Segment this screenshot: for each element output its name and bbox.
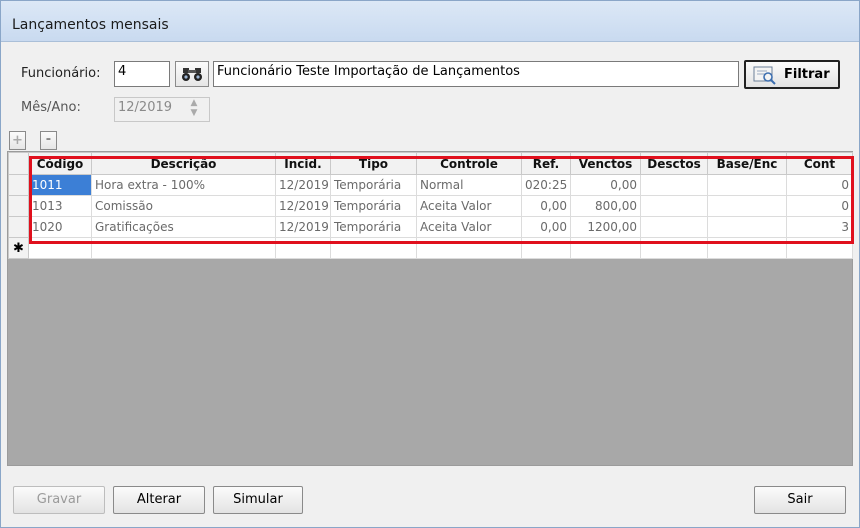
filtrar-button[interactable]: Filtrar [744,60,840,89]
cell-codigo[interactable]: 1020 [28,216,92,238]
alterar-button[interactable]: Alterar [113,486,205,514]
col-cont[interactable]: Cont [786,152,853,175]
row-indicator[interactable] [8,216,29,238]
cell-ref[interactable]: 0,00 [521,195,571,217]
search-employee-button[interactable] [175,61,209,87]
cell-tipo[interactable]: Temporária [330,216,417,238]
cell-desctos[interactable] [640,195,708,217]
window-title: Lançamentos mensais [12,17,169,33]
binoculars-icon [182,68,202,81]
funcionario-code-input[interactable]: 4 [114,61,170,87]
col-ref[interactable]: Ref. [521,152,571,175]
cell-tipo[interactable]: Temporária [330,174,417,196]
col-descricao[interactable]: Descrição [91,152,276,175]
grid-header-row: Código Descrição Incid. Tipo Controle Re… [8,152,853,175]
col-incid[interactable]: Incid. [275,152,331,175]
cell-codigo[interactable]: 1013 [28,195,92,217]
new-row[interactable]: ✱ [8,237,853,259]
spin-up-icon[interactable]: ▲ [183,98,205,108]
mesano-spinner[interactable]: ▲ ▼ [181,97,209,120]
col-base-enc[interactable]: Base/Enc [707,152,787,175]
col-venctos[interactable]: Venctos [570,152,641,175]
cell-controle[interactable]: Normal [416,174,522,196]
cell-descricao[interactable]: Gratificações [91,216,276,238]
cell-venctos[interactable]: 0,00 [570,174,641,196]
col-desctos[interactable]: Desctos [640,152,708,175]
col-controle[interactable]: Controle [416,152,522,175]
cell-desctos[interactable] [640,216,708,238]
lancamentos-grid[interactable]: Código Descrição Incid. Tipo Controle Re… [7,151,853,466]
minus-icon: - [45,132,52,147]
plus-icon: + [12,133,23,148]
cell-cont[interactable]: 3 [786,216,853,238]
cell-venctos[interactable]: 800,00 [570,195,641,217]
cell-codigo[interactable]: 1011 [28,174,92,196]
filtrar-label: Filtrar [784,67,830,82]
new-row-marker-icon[interactable]: ✱ [8,237,29,259]
cell-ref[interactable]: 0,00 [521,216,571,238]
col-codigo[interactable]: Código [28,152,92,175]
cell-tipo[interactable]: Temporária [330,195,417,217]
cell-descricao[interactable]: Hora extra - 100% [91,174,276,196]
title-bar: Lançamentos mensais [1,1,859,42]
main-window: Lançamentos mensais Funcionário: 4 Funci… [0,0,860,528]
cell-controle[interactable]: Aceita Valor [416,216,522,238]
cell-descricao[interactable]: Comissão [91,195,276,217]
filter-icon [753,66,776,85]
cell-incid[interactable]: 12/2019 [275,195,331,217]
add-row-button[interactable]: + [9,131,26,150]
cell-incid[interactable]: 12/2019 [275,174,331,196]
cell-controle[interactable]: Aceita Valor [416,195,522,217]
funcionario-label: Funcionário: [21,66,101,81]
mesano-label: Mês/Ano: [21,100,81,115]
row-indicator-header [8,152,29,175]
cell-venctos[interactable]: 1200,00 [570,216,641,238]
col-tipo[interactable]: Tipo [330,152,417,175]
cell-cont[interactable]: 0 [786,174,853,196]
cell-ref[interactable]: 020:25 [521,174,571,196]
cell-desctos[interactable] [640,174,708,196]
spin-down-icon[interactable]: ▼ [183,108,205,118]
row-indicator[interactable] [8,174,29,196]
table-row[interactable]: 1013 Comissão 12/2019 Temporária Aceita … [8,195,853,217]
simular-button[interactable]: Simular [213,486,303,514]
cell-incid[interactable]: 12/2019 [275,216,331,238]
grid-table: Código Descrição Incid. Tipo Controle Re… [8,152,853,259]
sair-button[interactable]: Sair [754,486,846,514]
cell-base-enc[interactable] [707,174,787,196]
row-indicator[interactable] [8,195,29,217]
table-row[interactable]: 1020 Gratificações 12/2019 Temporária Ac… [8,216,853,238]
remove-row-button[interactable]: - [40,131,57,150]
cell-cont[interactable]: 0 [786,195,853,217]
cell-base-enc[interactable] [707,195,787,217]
funcionario-name-field: Funcionário Teste Importação de Lançamen… [213,61,739,87]
table-row[interactable]: 1011 Hora extra - 100% 12/2019 Temporári… [8,174,853,196]
cell-base-enc[interactable] [707,216,787,238]
gravar-button[interactable]: Gravar [13,486,105,514]
